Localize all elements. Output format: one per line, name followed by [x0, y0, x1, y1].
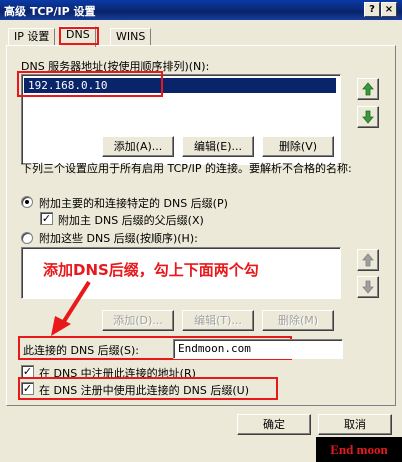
radio-these-suffixes[interactable] [21, 232, 33, 244]
dns-panel: DNS 服务器地址(按使用顺序排列)(N): 192.168.0.10 添加(A… [6, 45, 396, 406]
dns-edit-button[interactable]: 编辑(E)... [182, 136, 254, 157]
suffix-input[interactable]: Endmoon.com [173, 339, 343, 359]
highlight-dns-server [17, 71, 163, 97]
dns-add-button[interactable]: 添加(A)... [102, 136, 174, 157]
watermark: End moon [316, 437, 402, 462]
annotation-text: 添加DNS后缀，勾上下面两个勾 [43, 261, 259, 279]
suffix-add-button[interactable]: 添加(D)... [102, 310, 174, 331]
arrow-up-icon [362, 253, 374, 267]
resolution-description: 下列三个设置应用于所有启用 TCP/IP 的连接。要解析不合格的名称: [21, 162, 352, 175]
suffix-remove-button[interactable]: 删除(M) [262, 310, 334, 331]
title-bar: 高级 TCP/IP 设置 ? × [0, 0, 402, 20]
radio-these-label: 附加这些 DNS 后缀(按顺序)(H): [39, 232, 198, 245]
arrow-down-icon [362, 280, 374, 294]
suffix-edit-button[interactable]: 编辑(T)... [182, 310, 254, 331]
help-button[interactable]: ? [364, 2, 380, 17]
radio-primary-label: 附加主要的和连接特定的 DNS 后缀(P) [39, 197, 228, 210]
annotation-arrow-icon [51, 280, 91, 336]
arrow-up-icon [362, 82, 374, 96]
window-title: 高级 TCP/IP 设置 [4, 5, 96, 18]
cancel-button[interactable]: 取消 [318, 414, 392, 435]
highlight-dns-tab [59, 27, 99, 45]
move-down-button[interactable] [357, 106, 379, 128]
checkbox-parent-label: 附加主 DNS 后缀的父后缀(X) [58, 214, 204, 227]
checkbox-parent-suffixes[interactable]: ✓ [40, 212, 53, 225]
checkbox-use-suffix[interactable]: ✓ [21, 382, 34, 395]
radio-primary-suffixes[interactable] [21, 196, 33, 208]
dns-remove-button[interactable]: 删除(V) [262, 136, 334, 157]
tab-wins[interactable]: WINS [110, 28, 152, 46]
move-up-button[interactable] [357, 78, 379, 100]
arrow-down-icon [362, 110, 374, 124]
suffix-move-down-button[interactable] [357, 276, 379, 298]
use-suffix-label: 在 DNS 注册中使用此连接的 DNS 后缀(U) [39, 384, 249, 397]
close-button[interactable]: × [381, 2, 397, 17]
suffix-label: 此连接的 DNS 后缀(S): [23, 344, 139, 357]
tab-ip-settings[interactable]: IP 设置 [8, 28, 56, 46]
suffix-move-up-button[interactable] [357, 249, 379, 271]
ok-button[interactable]: 确定 [237, 414, 311, 435]
